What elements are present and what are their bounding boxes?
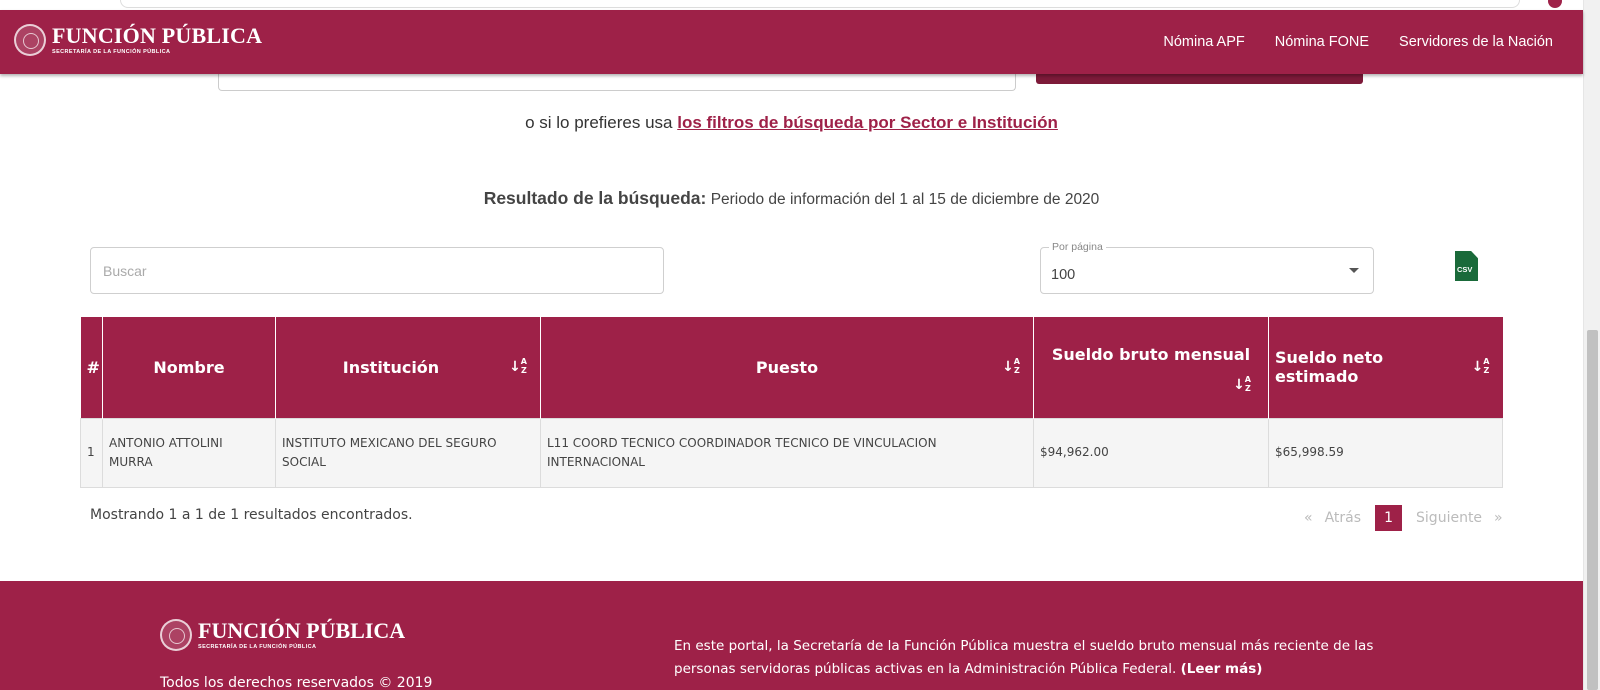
col-header-puesto-label: Puesto (755, 357, 819, 377)
logo-title: FUNCIÓN PÚBLICA (52, 23, 263, 48)
footer-logo[interactable]: FUNCIÓN PÚBLICA SECRETARÍA DE LA FUNCIÓN… (160, 619, 405, 651)
pagination-current-page[interactable]: 1 (1375, 505, 1403, 531)
pagination: « Atrás 1 Siguiente » (1298, 505, 1509, 531)
result-period: Periodo de información del 1 al 15 de di… (710, 191, 1100, 208)
csv-label: CSV (1457, 265, 1473, 274)
col-header-institucion[interactable]: Institución ↓A Z (275, 317, 541, 418)
browser-top-strip (0, 0, 1600, 10)
col-header-nombre-label: Nombre (153, 357, 225, 377)
sort-az-icon[interactable]: ↓A Z (1233, 375, 1251, 395)
table-search-input[interactable] (90, 247, 664, 294)
nav-nomina-apf[interactable]: Nómina APF (1163, 34, 1244, 50)
browser-address-bar[interactable] (120, 0, 1520, 8)
col-header-sueldo-neto[interactable]: Sueldo neto estimado ↓A Z (1268, 317, 1503, 418)
csv-download-icon[interactable]: CSV (1455, 251, 1478, 281)
footer-description: En este portal, la Secretaría de la Func… (674, 635, 1434, 681)
seal-icon (14, 24, 46, 56)
sector-filters-link[interactable]: los filtros de búsqueda por Sector e Ins… (677, 113, 1058, 132)
per-page-value: 100 (1051, 267, 1076, 283)
cell-number: 1 (80, 417, 103, 488)
col-header-sueldo-bruto-label: Sueldo bruto mensual (1051, 345, 1251, 365)
col-header-institucion-label: Institución (342, 357, 440, 377)
footer-logo-subtitle: SECRETARÍA DE LA FUNCIÓN PÚBLICA (198, 644, 317, 650)
results-count: Mostrando 1 a 1 de 1 resultados encontra… (90, 507, 413, 523)
pagination-first[interactable]: « (1304, 510, 1313, 526)
chevron-down-icon (1349, 268, 1359, 273)
seal-icon (160, 619, 192, 651)
per-page-select[interactable]: Por página 100 (1040, 241, 1374, 294)
cell-puesto: L11 COORD TECNICO COORDINADOR TECNICO DE… (540, 417, 1034, 488)
sort-az-icon[interactable]: ↓A Z (1002, 357, 1020, 377)
col-header-puesto[interactable]: Puesto ↓A Z (540, 317, 1034, 418)
results-table: # Nombre Institución ↓A Z Puesto ↓A Z Suel… (80, 317, 1503, 488)
table-row: 1 ANTONIO ATTOLINI MURRA INSTITUTO MEXIC… (80, 417, 1503, 488)
pagination-next[interactable]: Siguiente (1416, 510, 1482, 526)
nav-servidores-nacion[interactable]: Servidores de la Nación (1399, 34, 1553, 50)
nav-nomina-fone[interactable]: Nómina FONE (1275, 34, 1369, 50)
site-footer: FUNCIÓN PÚBLICA SECRETARÍA DE LA FUNCIÓN… (0, 581, 1583, 690)
pagination-prev[interactable]: Atrás (1325, 510, 1361, 526)
cell-sueldo-neto: $65,998.59 (1268, 417, 1503, 488)
cell-institucion: INSTITUTO MEXICANO DEL SEGURO SOCIAL (275, 417, 541, 488)
footer-rights: Todos los derechos reservados © 2019 (160, 675, 433, 690)
scrollbar-thumb[interactable] (1587, 330, 1598, 690)
cell-nombre: ANTONIO ATTOLINI MURRA (102, 417, 276, 488)
filters-hint: o si lo prefieres usa los filtros de bús… (0, 113, 1583, 133)
logo-subtitle: SECRETARÍA DE LA FUNCIÓN PÚBLICA (52, 49, 171, 55)
filters-hint-text: o si lo prefieres usa (525, 113, 678, 132)
col-header-sueldo-neto-label: Sueldo neto estimado (1275, 348, 1384, 387)
col-header-nombre[interactable]: Nombre (102, 317, 276, 418)
footer-logo-title: FUNCIÓN PÚBLICA (198, 618, 406, 643)
result-heading: Resultado de la búsqueda: Periodo de inf… (0, 188, 1583, 209)
footer-description-text: En este portal, la Secretaría de la Func… (674, 638, 1374, 677)
cell-sueldo-bruto: $94,962.00 (1033, 417, 1269, 488)
profile-icon[interactable] (1548, 0, 1562, 8)
scrollbar[interactable] (1583, 0, 1600, 690)
main-nav: Nómina APF Nómina FONE Servidores de la … (1163, 34, 1553, 50)
sort-az-icon[interactable]: ↓A Z (1472, 357, 1490, 377)
result-label: Resultado de la búsqueda: (483, 188, 707, 208)
col-header-number: # (80, 317, 103, 418)
site-header: FUNCIÓN PÚBLICA SECRETARÍA DE LA FUNCIÓN… (0, 10, 1583, 74)
pagination-last[interactable]: » (1494, 510, 1503, 526)
read-more-link[interactable]: (Leer más) (1181, 661, 1263, 677)
col-header-number-label: # (86, 357, 100, 377)
col-header-sueldo-bruto[interactable]: Sueldo bruto mensual ↓A Z (1033, 317, 1269, 418)
sort-az-icon[interactable]: ↓A Z (509, 357, 527, 377)
per-page-label: Por página (1049, 241, 1106, 253)
table-header-row: # Nombre Institución ↓A Z Puesto ↓A Z Suel… (80, 317, 1503, 418)
header-logo[interactable]: FUNCIÓN PÚBLICA SECRETARÍA DE LA FUNCIÓN… (14, 24, 262, 56)
